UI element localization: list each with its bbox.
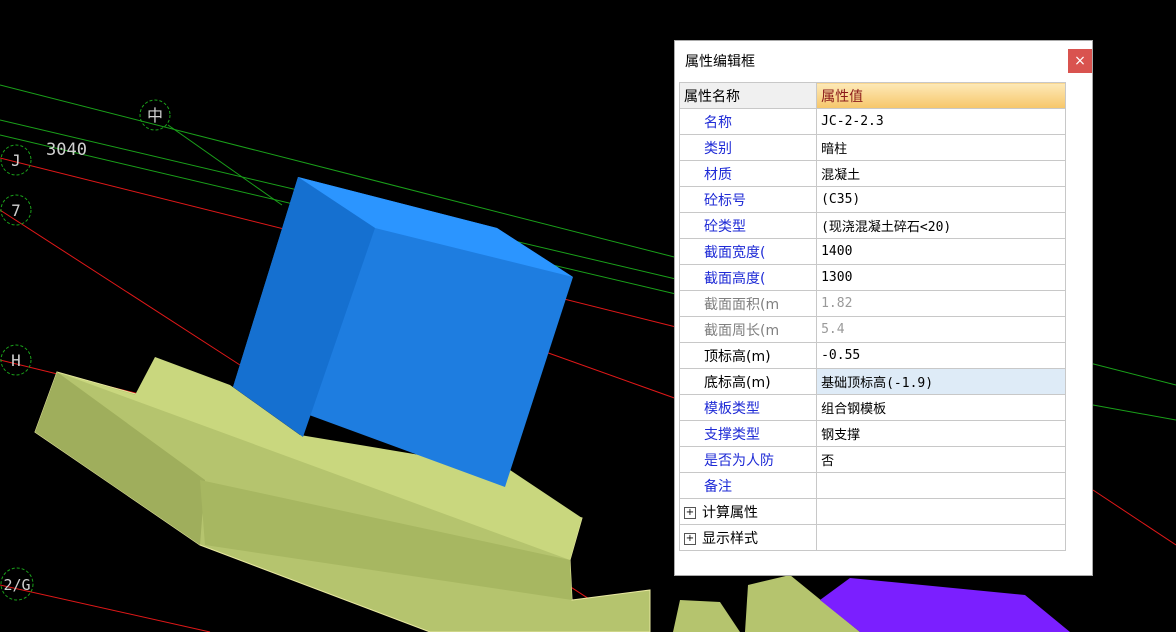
axis-marker-zhong[interactable]: 中	[139, 99, 171, 131]
red-axis-line	[1092, 489, 1176, 546]
property-name: 类别	[678, 134, 818, 161]
group-cell[interactable]: + 计算属性	[678, 498, 818, 525]
property-name: 截面周长(m	[678, 316, 818, 343]
red-axis-line	[539, 349, 681, 401]
property-row[interactable]: 截面面积(m 1.82	[678, 290, 1066, 317]
property-name: 截面宽度(	[678, 238, 818, 265]
property-value: 5.4	[816, 316, 1066, 343]
red-axis-line	[0, 584, 211, 632]
property-name: 备注	[678, 472, 818, 499]
green-axis-line	[1092, 404, 1176, 421]
property-grid: 属性名称 属性值 名称 JC-2-2.3 类别 暗柱 材质 混凝土 砼标号 (C…	[678, 82, 1066, 551]
property-row[interactable]: 是否为人防 否	[678, 446, 1066, 473]
property-value[interactable]: 组合钢模板	[816, 394, 1066, 421]
property-value[interactable]: JC-2-2.3	[816, 108, 1066, 135]
property-name: 砼类型	[678, 212, 818, 239]
property-value[interactable]: 混凝土	[816, 160, 1066, 187]
property-value[interactable]: (现浇混凝土碎石<20)	[816, 212, 1066, 239]
property-name: 材质	[678, 160, 818, 187]
axis-label: 中	[147, 106, 163, 125]
property-row[interactable]: 砼类型 (现浇混凝土碎石<20)	[678, 212, 1066, 239]
axis-label: 2/G	[3, 576, 30, 594]
property-value[interactable]: 1300	[816, 264, 1066, 291]
property-row-selected[interactable]: 底标高(m) 基础顶标高(-1.9)	[678, 368, 1066, 395]
property-row[interactable]: 截面周长(m 5.4	[678, 316, 1066, 343]
foundation-fragment	[673, 600, 740, 632]
property-editor-panel: 属性编辑框 × 属性名称 属性值 名称 JC-2-2.3 类别 暗柱 材质 混凝…	[674, 40, 1093, 576]
property-value[interactable]: (C35)	[816, 186, 1066, 213]
property-value[interactable]: 暗柱	[816, 134, 1066, 161]
expand-icon[interactable]: +	[684, 506, 696, 519]
group-label: 显示样式	[702, 530, 758, 547]
property-row[interactable]: 材质 混凝土	[678, 160, 1066, 187]
property-row[interactable]: 砼标号 (C35)	[678, 186, 1066, 213]
property-value: 1.82	[816, 290, 1066, 317]
group-value-cell	[816, 498, 1066, 525]
property-row[interactable]: 顶标高(m) -0.55	[678, 342, 1066, 369]
property-name: 顶标高(m)	[678, 342, 818, 369]
property-value[interactable]: -0.55	[816, 342, 1066, 369]
property-row[interactable]: 模板类型 组合钢模板	[678, 394, 1066, 421]
purple-element[interactable]	[820, 578, 1070, 632]
axis-label: J	[11, 151, 21, 170]
property-row[interactable]: 类别 暗柱	[678, 134, 1066, 161]
property-name: 模板类型	[678, 394, 818, 421]
axis-marker-2g[interactable]: 2/G	[0, 567, 34, 601]
property-value[interactable]: 钢支撑	[816, 420, 1066, 447]
column-header-value: 属性值	[816, 82, 1066, 109]
red-axis-line	[0, 209, 241, 366]
axis-label: H	[11, 351, 21, 370]
property-row[interactable]: 备注	[678, 472, 1066, 499]
property-name: 砼标号	[678, 186, 818, 213]
close-button[interactable]: ×	[1068, 49, 1092, 73]
dimension-label: 3040	[46, 140, 87, 160]
property-value[interactable]: 基础顶标高(-1.9)	[816, 368, 1066, 395]
property-name: 截面面积(m	[678, 290, 818, 317]
property-value[interactable]	[816, 472, 1066, 499]
axis-marker-j[interactable]: J	[0, 144, 32, 176]
property-group-row[interactable]: + 计算属性	[678, 498, 1066, 525]
property-name: 支撑类型	[678, 420, 818, 447]
green-leader-line	[167, 124, 283, 206]
expand-icon[interactable]: +	[684, 532, 696, 545]
column-header-name: 属性名称	[678, 82, 818, 109]
property-name: 底标高(m)	[678, 368, 818, 395]
property-row[interactable]: 截面高度( 1300	[678, 264, 1066, 291]
property-row[interactable]: 截面宽度( 1400	[678, 238, 1066, 265]
axis-marker-h[interactable]: H	[0, 344, 32, 376]
property-value[interactable]: 1400	[816, 238, 1066, 265]
axis-label: 7	[11, 201, 21, 220]
group-label: 计算属性	[702, 504, 758, 521]
property-name: 是否为人防	[678, 446, 818, 473]
property-group-row[interactable]: + 显示样式	[678, 524, 1066, 551]
group-value-cell	[816, 524, 1066, 551]
property-row[interactable]: 支撑类型 钢支撑	[678, 420, 1066, 447]
panel-title: 属性编辑框	[685, 54, 755, 70]
group-cell[interactable]: + 显示样式	[678, 524, 818, 551]
grid-header-row: 属性名称 属性值	[678, 82, 1066, 109]
property-row[interactable]: 名称 JC-2-2.3	[678, 108, 1066, 135]
property-name: 截面高度(	[678, 264, 818, 291]
property-value[interactable]: 否	[816, 446, 1066, 473]
property-name: 名称	[678, 108, 818, 135]
